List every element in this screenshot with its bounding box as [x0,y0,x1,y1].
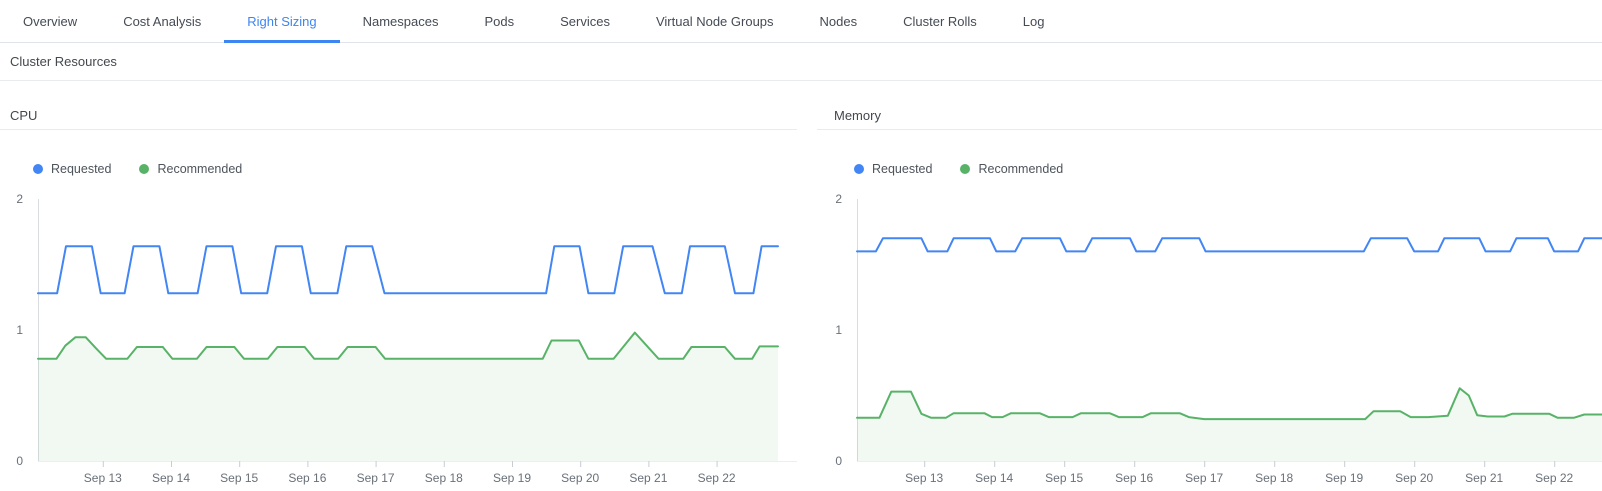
recommended-dot-icon [960,164,970,174]
requested-line [857,238,1602,251]
cpu-legend-label-requested: Requested [51,162,111,176]
tab-bar: Overview Cost Analysis Right Sizing Name… [0,0,1602,43]
cpu-legend-item-recommended[interactable]: Recommended [139,162,242,176]
x-tick-label: Sep 20 [561,471,599,485]
memory-chart[interactable]: 0 1 2 Sep 13 Sep 14 Sep 15 Sep 16 Sep 17 Sep 18 S… [817,191,1602,491]
y-tick-label: 1 [835,323,842,337]
requested-line [38,246,778,293]
tab-overview[interactable]: Overview [0,0,100,42]
y-tick-label: 2 [16,192,23,206]
cpu-legend-item-requested[interactable]: Requested [33,162,111,176]
x-tick-label: Sep 22 [698,471,736,485]
cpu-chart[interactable]: 0 1 2 Sep 13 Sep 14 Sep 15 Sep 16 Sep 17 Sep 18 S… [0,191,797,491]
tab-services[interactable]: Services [537,0,633,42]
x-tick-label: Sep 14 [152,471,190,485]
memory-legend: Requested Recommended [854,162,1602,176]
tab-nodes[interactable]: Nodes [797,0,881,42]
section-header: Cluster Resources [0,43,1602,81]
cpu-panel: CPU Requested Recommended 0 1 2 Sep 13 Sep 1… [0,81,797,491]
requested-dot-icon [33,164,43,174]
recommended-dot-icon [139,164,149,174]
y-tick-label: 1 [16,323,23,337]
requested-dot-icon [854,164,864,174]
x-tick-label: Sep 15 [220,471,258,485]
tab-log[interactable]: Log [1000,0,1068,42]
memory-panel: Memory Requested Recommended 0 1 2 Sep 13 Se… [817,81,1602,491]
memory-legend-item-recommended[interactable]: Recommended [960,162,1063,176]
cpu-legend-label-recommended: Recommended [157,162,242,176]
memory-legend-label-requested: Requested [872,162,932,176]
x-tick-label: Sep 18 [425,471,463,485]
x-tick-label: Sep 18 [1255,471,1293,485]
y-tick-label: 0 [16,454,23,468]
x-tick-label: Sep 22 [1535,471,1573,485]
x-tick-label: Sep 13 [84,471,122,485]
memory-chart-svg: 0 1 2 Sep 13 Sep 14 Sep 15 Sep 16 Sep 17 Sep 18 S… [817,191,1602,491]
x-tick-label: Sep 21 [1465,471,1503,485]
x-tick-label: Sep 16 [1115,471,1153,485]
x-tick-label: Sep 17 [1185,471,1223,485]
cpu-chart-svg: 0 1 2 Sep 13 Sep 14 Sep 15 Sep 16 Sep 17 Sep 18 S… [0,191,797,491]
tab-right-sizing[interactable]: Right Sizing [224,0,339,42]
y-tick-label: 2 [835,192,842,206]
x-tick-label: Sep 19 [493,471,531,485]
tab-cluster-rolls[interactable]: Cluster Rolls [880,0,1000,42]
tab-cost-analysis[interactable]: Cost Analysis [100,0,224,42]
memory-chart-title: Memory [817,108,1602,130]
memory-legend-item-requested[interactable]: Requested [854,162,932,176]
y-tick-label: 0 [835,454,842,468]
x-tick-label: Sep 17 [357,471,395,485]
x-tick-label: Sep 19 [1325,471,1363,485]
cpu-legend: Requested Recommended [33,162,797,176]
x-tick-label: Sep 16 [288,471,326,485]
section-title: Cluster Resources [10,54,117,69]
memory-legend-label-recommended: Recommended [978,162,1063,176]
x-tick-label: Sep 21 [629,471,667,485]
cluster-resources-charts: CPU Requested Recommended 0 1 2 Sep 13 Sep 1… [0,81,1602,491]
recommended-area [38,333,778,461]
tab-namespaces[interactable]: Namespaces [340,0,462,42]
tab-virtual-node-groups[interactable]: Virtual Node Groups [633,0,797,42]
x-tick-label: Sep 13 [905,471,943,485]
x-tick-label: Sep 14 [975,471,1013,485]
cpu-chart-title: CPU [0,108,797,130]
x-tick-label: Sep 15 [1045,471,1083,485]
recommended-area [857,388,1602,461]
x-tick-label: Sep 20 [1395,471,1433,485]
tab-pods[interactable]: Pods [461,0,537,42]
